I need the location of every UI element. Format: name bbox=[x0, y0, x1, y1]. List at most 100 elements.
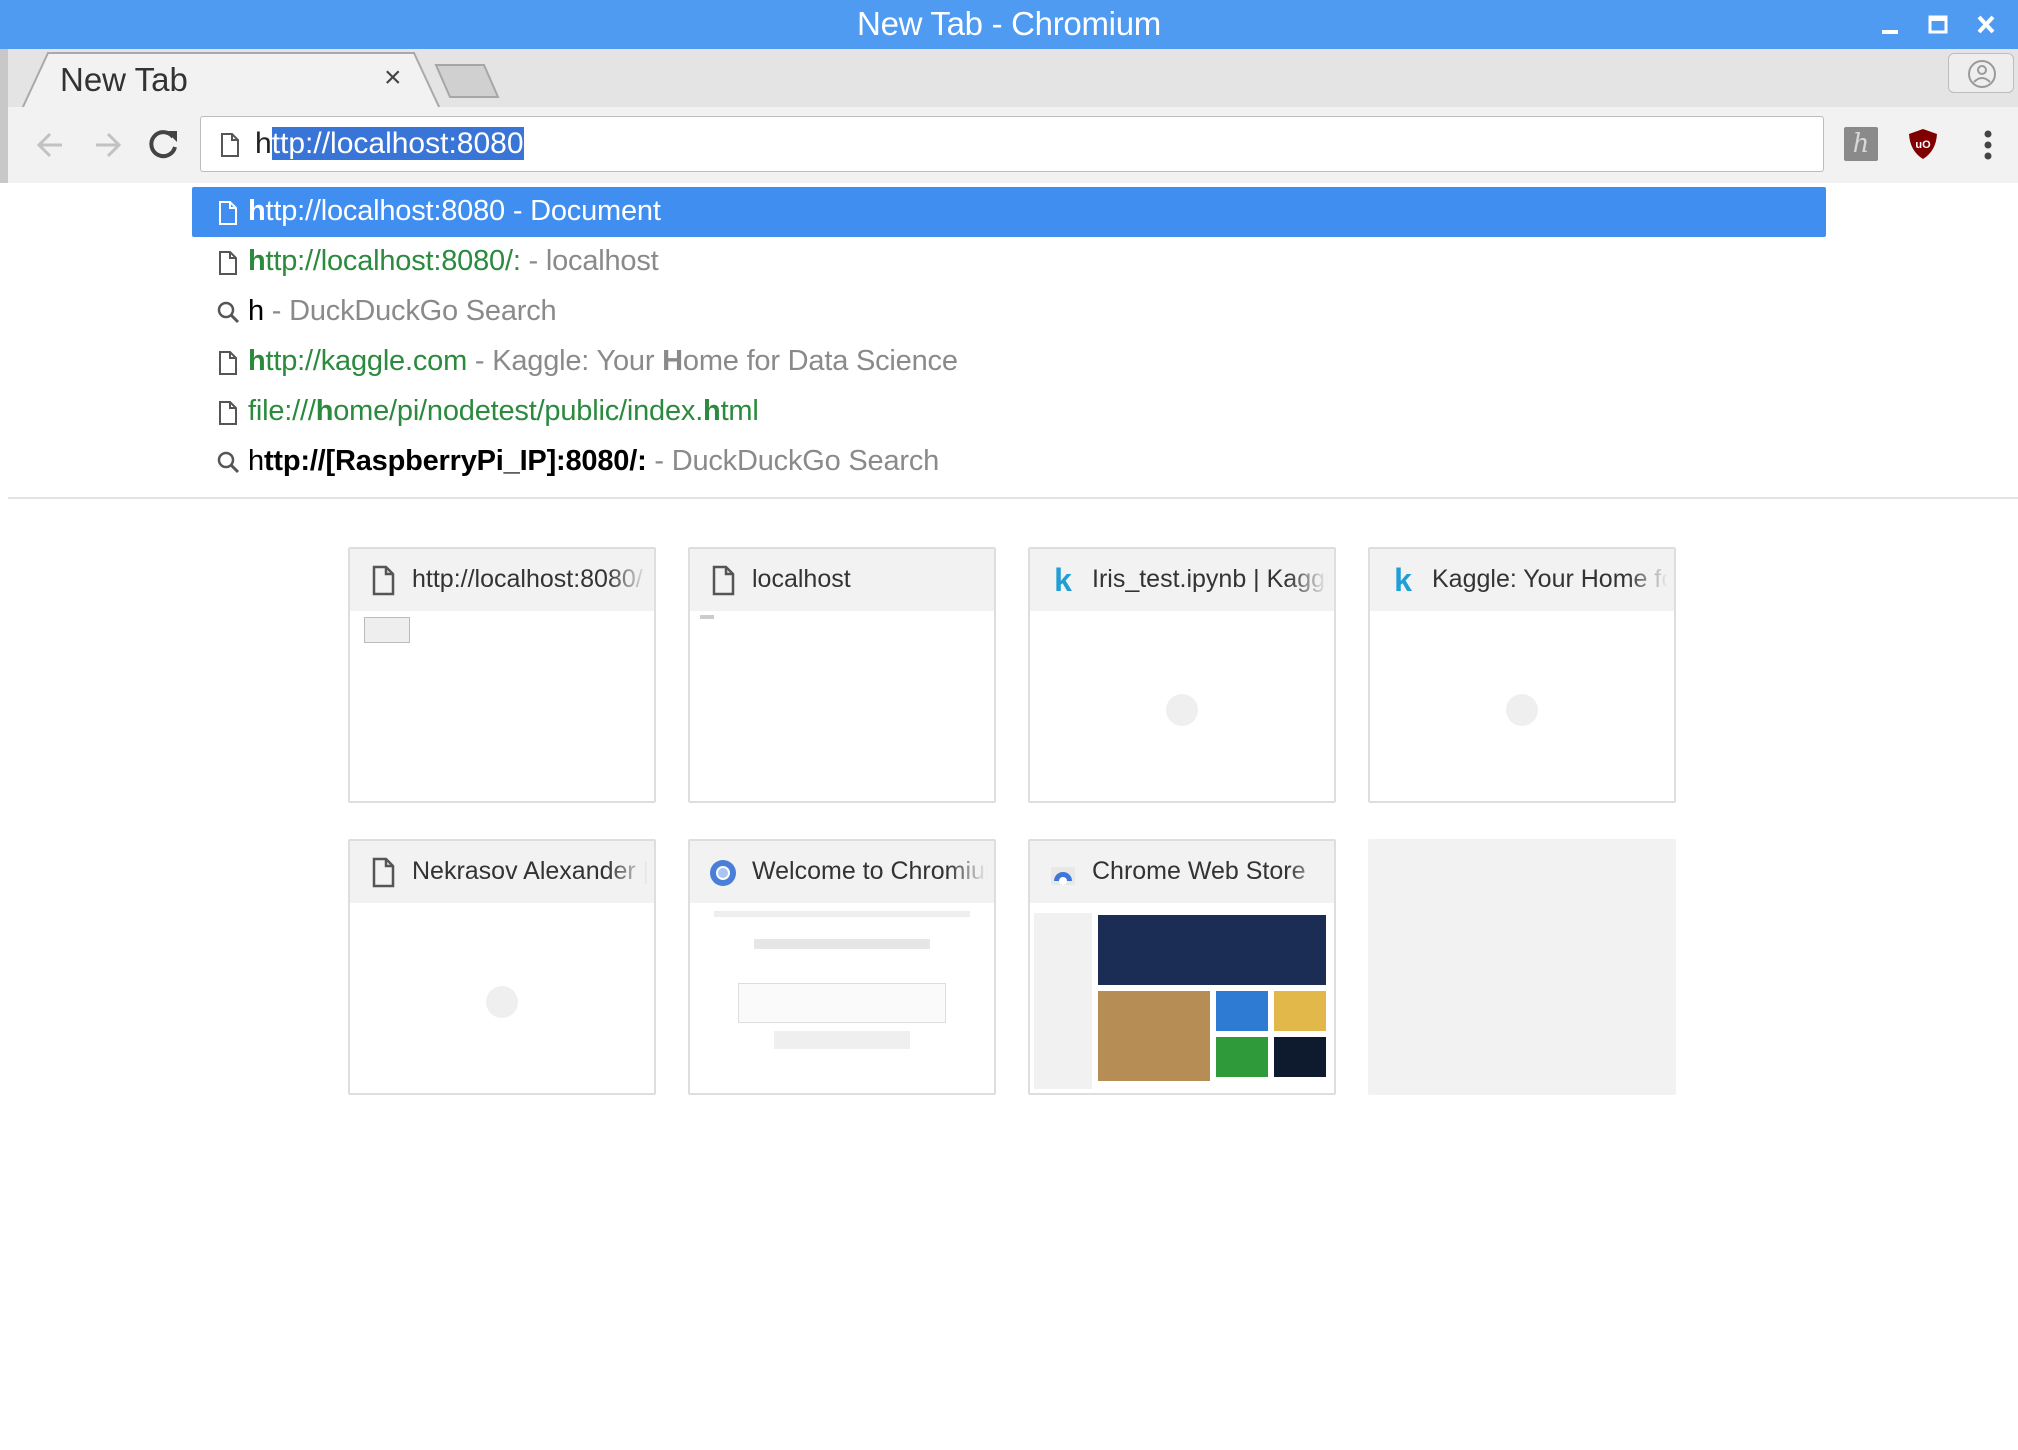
search-icon bbox=[216, 300, 240, 326]
suggestion-row[interactable]: h - DuckDuckGo Search bbox=[192, 287, 1826, 337]
new-tab-button[interactable] bbox=[428, 61, 504, 101]
kaggle-icon: k bbox=[1054, 562, 1072, 598]
suggestion-text-part: - Document bbox=[504, 195, 661, 227]
profile-button[interactable] bbox=[1948, 53, 2014, 93]
suggestion-row[interactable]: http://localhost:8080 - Document bbox=[192, 187, 1826, 237]
address-bar[interactable]: http://localhost:8080 bbox=[200, 116, 1824, 172]
most-visited-tile[interactable]: localhost bbox=[688, 547, 996, 803]
suggestion-text-part: - localhost bbox=[520, 245, 659, 277]
suggestion-text: http://kaggle.com - Kaggle: Your Home fo… bbox=[248, 345, 958, 378]
page-icon bbox=[368, 563, 398, 597]
window-title: New Tab - Chromium bbox=[857, 5, 1161, 42]
suggestion-text-part: ttp://kaggle.com bbox=[265, 345, 468, 377]
tile-title: localhost bbox=[752, 565, 988, 594]
loading-placeholder bbox=[486, 986, 518, 1018]
suggestion-text-part: h bbox=[248, 195, 266, 227]
most-visited-tile[interactable]: k Kaggle: Your Home for Data Science bbox=[1368, 547, 1676, 803]
suggestion-row[interactable]: http://kaggle.com - Kaggle: Your Home fo… bbox=[192, 337, 1826, 387]
tile-thumbnail bbox=[1034, 903, 1330, 1089]
page-icon bbox=[219, 251, 237, 275]
shield-icon: uO bbox=[1909, 129, 1937, 159]
suggestion-text-part: ttp://[RaspberryPi_IP]:8080/: bbox=[263, 445, 647, 477]
forward-button[interactable] bbox=[88, 125, 128, 165]
tile-title: Nekrasov Alexander | bbox=[412, 857, 648, 886]
page-icon bbox=[216, 250, 240, 276]
suggestion-row[interactable]: http://localhost:8080/: - localhost bbox=[192, 237, 1826, 287]
reload-button[interactable] bbox=[144, 125, 184, 165]
toolbar: http://localhost:8080 h uO bbox=[0, 107, 2018, 183]
page-icon bbox=[216, 400, 240, 426]
suggestion-text-part: ttp://localhost:8080 bbox=[265, 195, 506, 227]
suggestion-text-part: tml bbox=[720, 395, 759, 427]
tile-title: http://localhost:8080/ bbox=[412, 565, 648, 594]
suggestion-text-part: H bbox=[662, 345, 683, 377]
tile-thumbnail bbox=[694, 903, 990, 1089]
tile-header: Nekrasov Alexander | bbox=[350, 841, 654, 903]
kaggle-icon: k bbox=[1394, 562, 1412, 598]
back-button[interactable] bbox=[32, 125, 72, 165]
close-icon bbox=[1977, 15, 1995, 34]
minimize-button[interactable] bbox=[1872, 8, 1908, 42]
tile-title: Chrome Web Store bbox=[1092, 857, 1328, 886]
suggestion-text-part: - DuckDuckGo Search bbox=[263, 295, 557, 327]
page-icon bbox=[219, 201, 237, 225]
suggestion-text-part: h bbox=[248, 345, 266, 377]
most-visited-tile[interactable]: k Iris_test.ipynb | Kaggle bbox=[1028, 547, 1336, 803]
more-vert-icon bbox=[1984, 130, 1992, 160]
search-icon bbox=[217, 451, 240, 474]
web-store-icon bbox=[1048, 855, 1078, 889]
minimize-icon bbox=[1882, 30, 1898, 34]
autocomplete-selection: ttp://localhost:8080 bbox=[271, 127, 524, 160]
title-bar: New Tab - Chromium bbox=[0, 0, 2018, 49]
most-visited-tile[interactable]: Nekrasov Alexander | bbox=[348, 839, 656, 1095]
back-arrow-icon bbox=[36, 132, 62, 158]
loading-placeholder bbox=[1506, 694, 1538, 726]
page-icon bbox=[216, 350, 240, 376]
most-visited-tile[interactable]: Chrome Web Store bbox=[1028, 839, 1336, 1095]
tab-close-button[interactable]: × bbox=[384, 61, 402, 95]
suggestion-text-part: h bbox=[703, 395, 721, 427]
page-icon bbox=[219, 351, 237, 375]
suggestion-text-part: ttp://localhost:8080/: bbox=[265, 245, 521, 277]
page-icon bbox=[221, 133, 239, 157]
tile-thumbnail bbox=[694, 611, 990, 797]
suggestion-text-part: h bbox=[315, 395, 334, 427]
menu-button[interactable] bbox=[1976, 127, 2000, 163]
tab-new-tab[interactable]: New Tab × bbox=[22, 51, 441, 109]
page-icon bbox=[216, 200, 240, 226]
close-window-button[interactable] bbox=[1968, 8, 2004, 42]
tile-title: Kaggle: Your Home for Data Science bbox=[1432, 565, 1668, 594]
suggestion-text-part: - DuckDuckGo Search bbox=[646, 445, 940, 477]
tile-header: k Kaggle: Your Home for Data Science bbox=[1370, 549, 1674, 611]
maximize-icon bbox=[1928, 15, 1948, 34]
new-tab-icon bbox=[434, 64, 500, 98]
suggestion-text: http://localhost:8080 - Document bbox=[248, 195, 661, 228]
loading-placeholder bbox=[1166, 694, 1198, 726]
svg-text:uO: uO bbox=[1915, 139, 1931, 151]
most-visited-tile[interactable]: http://localhost:8080/ bbox=[348, 547, 656, 803]
most-visited-tile[interactable]: Welcome to Chromium bbox=[688, 839, 996, 1095]
avatar-icon bbox=[1968, 60, 1996, 88]
suggestion-text-part: h bbox=[248, 245, 266, 277]
forward-arrow-icon bbox=[96, 132, 122, 158]
tile-header: k Iris_test.ipynb | Kaggle bbox=[1030, 549, 1334, 611]
tile-header: Welcome to Chromium bbox=[690, 841, 994, 903]
suggestion-text-part: file:/// bbox=[248, 395, 316, 427]
omnibox-suggestions: http://localhost:8080 - Document http://l… bbox=[8, 183, 2018, 499]
address-text[interactable]: http://localhost:8080 bbox=[255, 127, 524, 161]
maximize-button[interactable] bbox=[1920, 8, 1956, 42]
page-icon bbox=[708, 563, 738, 597]
suggestion-text: file:///home/pi/nodetest/public/index.ht… bbox=[248, 395, 759, 428]
suggestion-row[interactable]: http://[RaspberryPi_IP]:8080/: - DuckDuc… bbox=[192, 437, 1826, 487]
typed-text: h bbox=[255, 127, 272, 160]
search-icon bbox=[216, 450, 240, 476]
tile-header: Chrome Web Store bbox=[1030, 841, 1334, 903]
tile-header: http://localhost:8080/ bbox=[350, 549, 654, 611]
suggestion-row[interactable]: file:///home/pi/nodetest/public/index.ht… bbox=[192, 387, 1826, 437]
tile-header: localhost bbox=[690, 549, 994, 611]
suggestion-text: http://localhost:8080/: - localhost bbox=[248, 245, 659, 278]
tile-thumbnail bbox=[354, 611, 650, 797]
h-extension-icon[interactable]: h bbox=[1844, 127, 1878, 161]
ublock-origin-icon[interactable]: uO bbox=[1906, 127, 1940, 161]
tab-strip: New Tab × bbox=[0, 49, 2018, 109]
